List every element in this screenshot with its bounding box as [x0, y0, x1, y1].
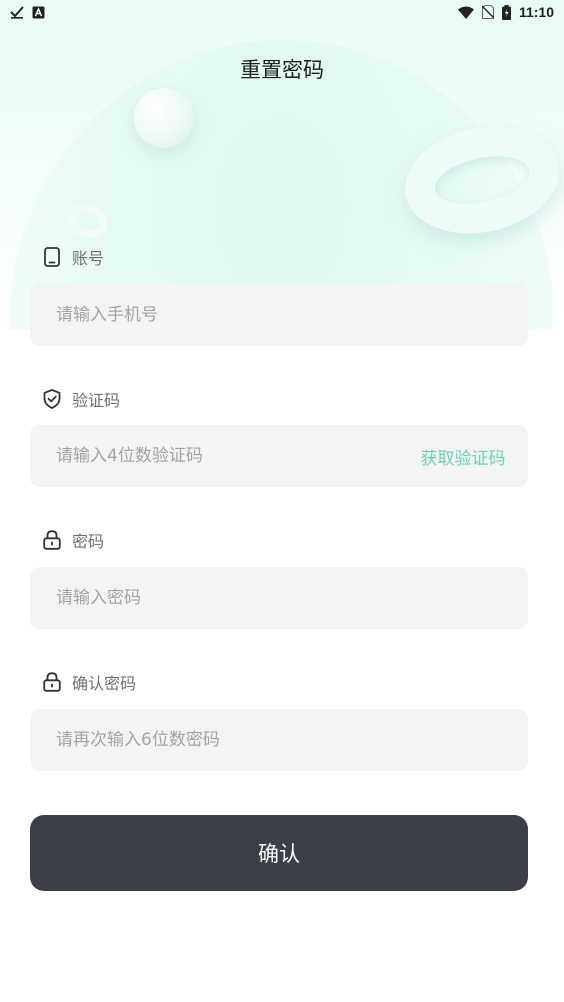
battery-icon: [501, 4, 511, 20]
password-label: 密码: [72, 532, 105, 551]
code-label: 验证码: [72, 391, 121, 410]
lock-icon: [42, 530, 62, 550]
confirm-button[interactable]: 确认: [30, 815, 528, 891]
account-label: 账号: [72, 249, 105, 268]
a-icon: [32, 6, 45, 19]
account-input-box: [30, 284, 528, 346]
status-time: 11:10: [518, 4, 554, 20]
password-input[interactable]: [56, 588, 502, 608]
no-sim-icon: [481, 5, 494, 19]
status-bar-right: 11:10: [457, 4, 554, 20]
code-label-row: 验证码: [42, 387, 120, 411]
verification-code-input[interactable]: [56, 446, 386, 466]
confirm-password-label: 确认密码: [72, 674, 137, 693]
confirm-password-label-row: 确认密码: [42, 670, 136, 694]
shield-check-icon: [42, 389, 62, 409]
wifi-icon: [457, 6, 474, 19]
status-bar: 11:10: [0, 0, 564, 24]
lock-icon: [42, 672, 62, 692]
decorative-sphere: [134, 88, 194, 148]
phone-input[interactable]: [56, 305, 502, 325]
confirm-password-input[interactable]: [56, 730, 502, 750]
account-label-row: 账号: [42, 245, 104, 269]
page-title: 重置密码: [240, 58, 324, 82]
header-background: [0, 0, 564, 330]
get-code-button[interactable]: 获取验证码: [398, 425, 528, 487]
phone-icon: [42, 247, 62, 267]
status-bar-left: [10, 5, 45, 19]
password-label-row: 密码: [42, 528, 104, 552]
password-input-box: [30, 567, 528, 629]
confirm-password-input-box: [30, 709, 528, 771]
code-input-box: 获取验证码: [30, 425, 528, 487]
check-icon: [10, 5, 24, 19]
